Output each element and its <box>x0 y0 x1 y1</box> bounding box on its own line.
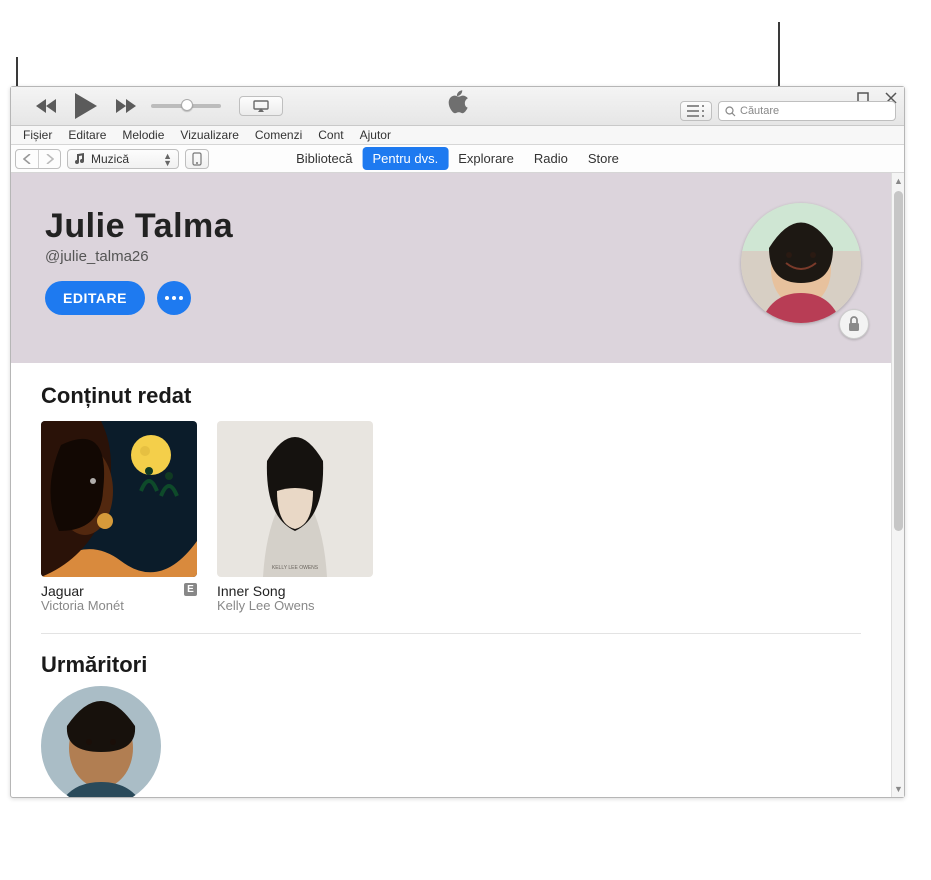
album-list: Jaguar Victoria Monét E <box>41 421 861 634</box>
ellipsis-icon <box>165 296 183 300</box>
edit-profile-button[interactable]: EDITARE <box>45 281 145 315</box>
album-title: Jaguar <box>41 583 124 599</box>
tab-store[interactable]: Store <box>578 147 629 170</box>
album-card[interactable]: Jaguar Victoria Monét E <box>41 421 197 613</box>
menu-view[interactable]: Vizualizare <box>172 128 246 142</box>
search-icon <box>725 106 736 117</box>
tab-library[interactable]: Bibliotecă <box>286 147 362 170</box>
followers-section: Urmăritori <box>11 634 891 797</box>
volume-knob[interactable] <box>181 99 193 111</box>
privacy-lock-badge[interactable] <box>839 309 869 339</box>
titlebar: Căutare <box>11 87 904 126</box>
album-artist: Kelly Lee Owens <box>217 598 315 613</box>
apple-logo-icon <box>448 90 468 119</box>
tab-radio[interactable]: Radio <box>524 147 578 170</box>
svg-text:KELLY LEE OWENS: KELLY LEE OWENS <box>272 565 319 571</box>
vertical-scrollbar[interactable]: ▲ ▼ <box>891 173 904 797</box>
playback-controls <box>35 91 137 121</box>
profile-avatar[interactable] <box>741 203 861 323</box>
listening-section: Conținut redat <box>11 363 891 634</box>
menu-account[interactable]: Cont <box>310 128 351 142</box>
explicit-badge: E <box>184 583 197 596</box>
album-title: Inner Song <box>217 583 315 599</box>
more-actions-button[interactable] <box>157 281 191 315</box>
follower-avatar[interactable] <box>41 686 161 797</box>
scroll-up-icon[interactable]: ▲ <box>892 173 905 189</box>
annotation-line <box>778 22 780 86</box>
source-label: Muzică <box>91 152 129 166</box>
previous-track-button[interactable] <box>35 95 57 117</box>
nav-toolbar: Muzică ▲▼ Bibliotecă Pentru dvs. Explora… <box>11 145 904 173</box>
menu-edit[interactable]: Editare <box>60 128 114 142</box>
section-title-listening: Conținut redat <box>41 383 861 409</box>
play-button[interactable] <box>71 91 101 121</box>
volume-slider[interactable] <box>151 104 221 108</box>
menu-controls[interactable]: Comenzi <box>247 128 310 142</box>
up-next-button[interactable] <box>680 101 712 121</box>
volume-track <box>151 104 221 108</box>
scroll-down-icon[interactable]: ▼ <box>892 781 905 797</box>
album-cover: KELLY LEE OWENS <box>217 421 373 577</box>
nav-back-forward <box>15 149 61 169</box>
airplay-button[interactable] <box>239 96 283 116</box>
next-track-button[interactable] <box>115 95 137 117</box>
device-button[interactable] <box>185 149 209 169</box>
content-scroll: Julie Talma @julie_talma26 EDITARE <box>11 173 891 797</box>
search-placeholder: Căutare <box>740 105 779 117</box>
nav-tabs: Bibliotecă Pentru dvs. Explorare Radio S… <box>286 147 629 170</box>
chevron-updown-icon: ▲▼ <box>163 153 172 167</box>
music-note-icon <box>74 153 86 165</box>
profile-handle: @julie_talma26 <box>45 248 857 265</box>
search-input[interactable]: Căutare <box>718 101 896 121</box>
tab-for-you[interactable]: Pentru dvs. <box>362 147 448 170</box>
menu-help[interactable]: Ajutor <box>352 128 399 142</box>
profile-header: Julie Talma @julie_talma26 EDITARE <box>11 173 891 363</box>
section-title-followers: Urmăritori <box>41 652 861 678</box>
album-cover <box>41 421 197 577</box>
app-window: Căutare Fișier Editare Melodie Vizualiza… <box>10 86 905 798</box>
menu-file[interactable]: Fișier <box>15 128 60 142</box>
tab-browse[interactable]: Explorare <box>448 147 524 170</box>
album-card[interactable]: KELLY LEE OWENS Inner Song Kelly Lee Owe… <box>217 421 373 613</box>
menu-song[interactable]: Melodie <box>114 128 172 142</box>
lock-icon <box>847 316 861 332</box>
source-selector[interactable]: Muzică ▲▼ <box>67 149 179 169</box>
nav-back-button[interactable] <box>16 150 38 168</box>
app-menubar: Fișier Editare Melodie Vizualizare Comen… <box>11 126 904 145</box>
scroll-thumb[interactable] <box>894 191 903 531</box>
nav-forward-button[interactable] <box>38 150 60 168</box>
album-artist: Victoria Monét <box>41 598 124 613</box>
profile-name: Julie Talma <box>45 207 857 246</box>
